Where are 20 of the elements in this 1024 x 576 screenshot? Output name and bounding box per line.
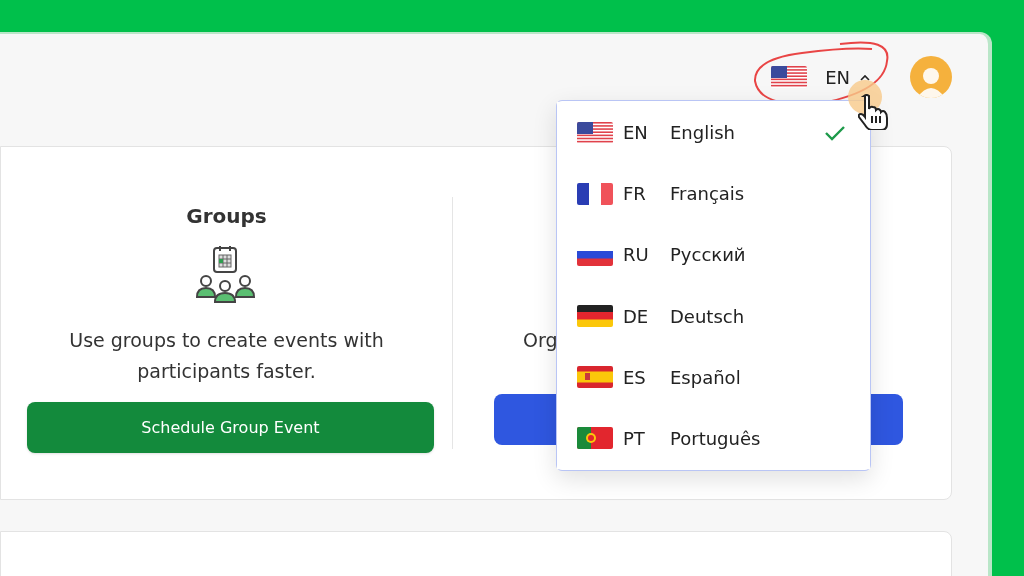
card-description: Org (522, 328, 559, 353)
language-option[interactable]: PT Português (557, 407, 870, 470)
flag-icon (577, 182, 613, 205)
language-option[interactable]: FR Français (557, 163, 870, 225)
avatar (910, 56, 952, 98)
language-option[interactable]: EN English (557, 102, 870, 164)
checkmark-icon (824, 124, 846, 141)
card-title: Groups (186, 203, 267, 230)
flag-icon (577, 121, 613, 144)
card-description: Use groups to create events with participants faster. (68, 328, 385, 384)
flag-icon (577, 366, 613, 389)
flag-icon (577, 427, 613, 450)
flag-icon (771, 66, 808, 88)
language-option[interactable]: ES Español (557, 346, 870, 408)
flag-icon (577, 305, 613, 328)
schedule-button[interactable]: Schedule Group Event (27, 402, 434, 453)
language-option[interactable]: RU Русский (557, 224, 870, 286)
group-calendar-icon (196, 245, 257, 303)
language-option[interactable]: DE Deutsch (557, 285, 870, 347)
caret-icon (860, 73, 870, 81)
